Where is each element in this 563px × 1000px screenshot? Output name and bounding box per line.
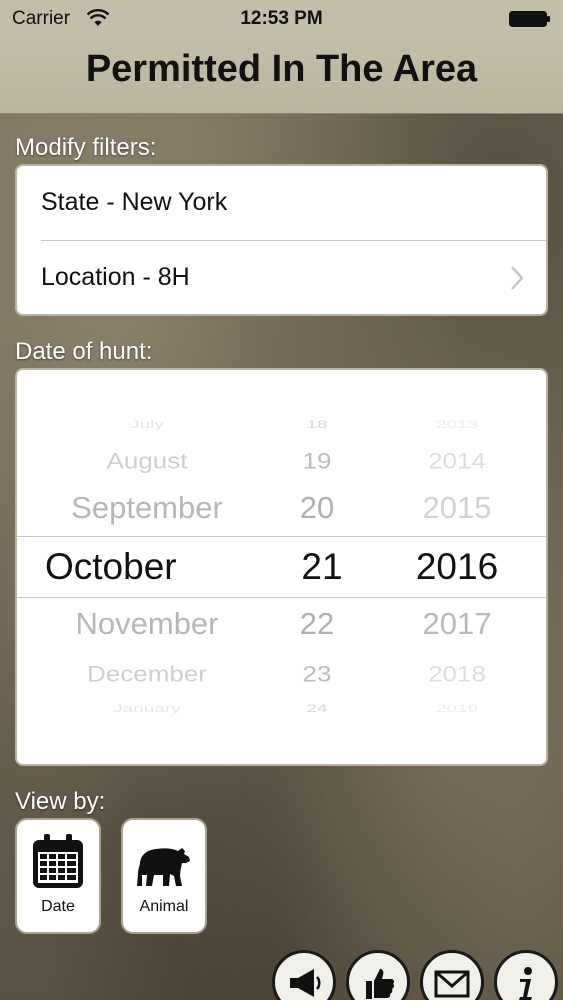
- picker-item: 19: [302, 448, 332, 474]
- info-button[interactable]: [494, 950, 558, 1000]
- filters-section-label: Modify filters:: [15, 134, 157, 161]
- picker-item: 2019: [435, 702, 479, 715]
- view-by-animal-button[interactable]: Animal: [121, 818, 207, 934]
- picker-item-selected: 2016: [415, 546, 499, 587]
- status-bar: Carrier 12:53 PM: [0, 0, 563, 38]
- page-title: Permitted In The Area: [85, 48, 478, 90]
- picker-item: 20: [299, 490, 335, 525]
- month-wheel[interactable]: July August September October November D…: [27, 370, 267, 764]
- announce-button[interactable]: [272, 950, 336, 1000]
- picker-item: July: [130, 418, 164, 431]
- picker-item: 23: [302, 661, 332, 687]
- picker-item: 2013: [435, 418, 479, 431]
- location-filter-row[interactable]: Location - 8H: [17, 241, 546, 314]
- picker-item: 2014: [428, 448, 486, 474]
- state-filter-label: State - New York: [41, 188, 228, 216]
- picker-item: December: [87, 661, 207, 687]
- location-filter-label: Location - 8H: [41, 263, 190, 291]
- date-section-label: Date of hunt:: [15, 338, 153, 365]
- picker-item-selected: October: [45, 546, 177, 587]
- picker-item: 22: [299, 606, 335, 641]
- like-button[interactable]: [346, 950, 410, 1000]
- envelope-icon: [434, 970, 470, 998]
- picker-item: 2018: [428, 661, 486, 687]
- battery-icon: [509, 11, 550, 27]
- filters-card: State - New York Location - 8H: [15, 164, 548, 316]
- picker-item: 2017: [422, 606, 492, 641]
- day-wheel[interactable]: 18 19 20 21 22 23 24: [267, 370, 367, 764]
- view-by-date-button[interactable]: Date: [15, 818, 101, 934]
- picker-item: August: [106, 448, 188, 474]
- bear-icon: [137, 848, 190, 886]
- info-icon: [519, 967, 532, 1000]
- view-by-section-label: View by:: [15, 788, 106, 815]
- picker-item: 18: [306, 418, 328, 431]
- picker-item: 24: [306, 702, 328, 715]
- chevron-right-icon: [511, 266, 524, 290]
- view-by-animal-label: Animal: [139, 898, 189, 915]
- calendar-icon: [33, 834, 83, 888]
- date-picker[interactable]: July August September October November D…: [15, 368, 548, 766]
- year-wheel[interactable]: 2013 2014 2015 2016 2017 2018 2019: [397, 370, 517, 764]
- picker-item-selected: 21: [301, 546, 343, 587]
- picker-item: September: [71, 490, 223, 525]
- megaphone-icon: [290, 969, 321, 997]
- thumbs-up-icon: [366, 969, 395, 999]
- view-by-date-label: Date: [41, 898, 75, 915]
- picker-item: January: [113, 702, 181, 715]
- email-button[interactable]: [420, 950, 484, 1000]
- picker-item: 2015: [422, 490, 492, 525]
- state-filter-row[interactable]: State - New York: [17, 166, 546, 241]
- picker-item: November: [75, 606, 219, 641]
- navigation-bar: Permitted In The Area: [0, 38, 563, 114]
- status-time: 12:53 PM: [240, 8, 323, 29]
